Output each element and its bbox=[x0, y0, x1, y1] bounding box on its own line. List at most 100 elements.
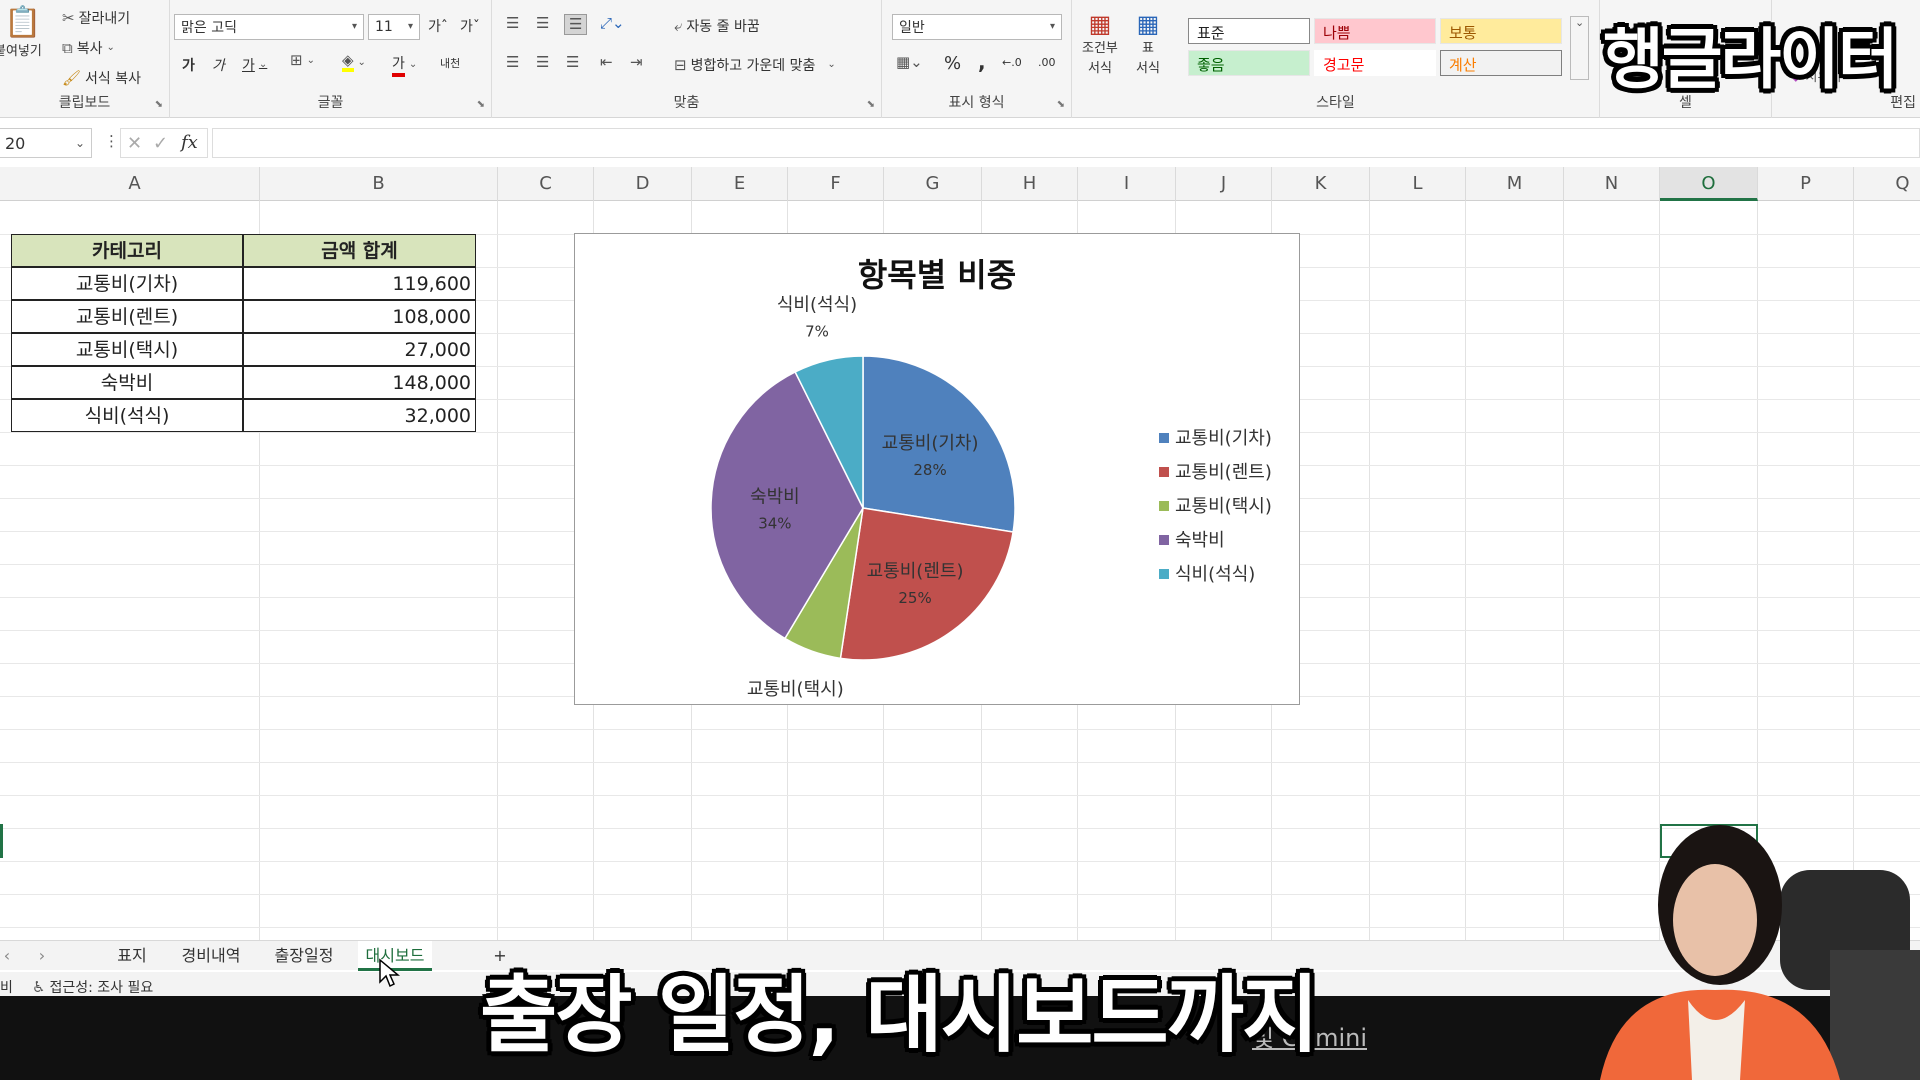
format-painter-button[interactable]: 🖌 서식 복사 bbox=[62, 68, 141, 88]
table-category-cell[interactable]: 식비(석식) bbox=[11, 399, 243, 432]
presenter-face bbox=[1673, 864, 1757, 976]
borders-button[interactable]: ⊞ ⌄ bbox=[290, 53, 315, 68]
style-calculation[interactable]: 계산 bbox=[1440, 50, 1562, 76]
number-format-select[interactable]: 일반 ▾ bbox=[892, 14, 1062, 40]
column-header-n[interactable]: N bbox=[1564, 167, 1660, 201]
accessibility-status[interactable]: ♿ 접근성: 조사 필요 bbox=[32, 977, 153, 997]
column-header-p[interactable]: P bbox=[1758, 167, 1854, 201]
cut-button[interactable]: ✂ 잘라내기 bbox=[62, 8, 130, 28]
chevron-down-icon: ⌄ bbox=[357, 56, 366, 68]
column-header-h[interactable]: H bbox=[982, 167, 1078, 201]
decrease-indent-icon[interactable]: ⇤ bbox=[600, 55, 613, 70]
column-header-f[interactable]: F bbox=[788, 167, 884, 201]
sheet-tab[interactable]: 경비내역 bbox=[168, 941, 254, 971]
column-header-l[interactable]: L bbox=[1370, 167, 1466, 201]
table-category-cell[interactable]: 숙박비 bbox=[11, 366, 243, 399]
table-category-cell[interactable]: 교통비(기차) bbox=[11, 267, 243, 300]
align-center-icon[interactable]: ☰ bbox=[536, 55, 549, 70]
table-amount-cell[interactable]: 148,000 bbox=[243, 366, 476, 399]
font-color-button[interactable]: 가 ⌄ bbox=[392, 53, 417, 77]
column-header-a[interactable]: A bbox=[10, 167, 260, 201]
table-amount-cell[interactable]: 32,000 bbox=[243, 399, 476, 432]
comma-style-button[interactable]: , bbox=[978, 50, 986, 74]
column-header-d[interactable]: D bbox=[594, 167, 692, 201]
merge-center-button[interactable]: ⊟ 병합하고 가운데 맞춤 ⌄ bbox=[674, 55, 836, 75]
style-warning[interactable]: 경고문 bbox=[1314, 50, 1436, 76]
styles-more-icon[interactable]: ⌄ bbox=[1570, 16, 1590, 80]
legend-swatch bbox=[1159, 433, 1169, 443]
bold-button[interactable]: 가 bbox=[182, 55, 195, 75]
insert-function-icon[interactable]: fx bbox=[181, 132, 198, 153]
sheet-tab[interactable]: 출장일정 bbox=[262, 941, 346, 971]
brush-icon: 🖌 bbox=[62, 68, 82, 87]
style-good[interactable]: 좋음 bbox=[1188, 50, 1310, 76]
column-header-c[interactable]: C bbox=[498, 167, 594, 201]
table-amount-cell[interactable]: 119,600 bbox=[243, 267, 476, 300]
video-caption: 출장 일정, 대시보드까지 bbox=[480, 966, 1319, 1064]
scroll-left-icon[interactable]: ‹ bbox=[0, 941, 14, 971]
column-header-k[interactable]: K bbox=[1272, 167, 1370, 201]
align-right-icon[interactable]: ☰ bbox=[566, 55, 579, 70]
decrease-decimal-button[interactable]: .00 bbox=[1038, 56, 1056, 69]
clipboard-group: 📋 붙여넣기 ✂잘라내기 ⧉복사⌄ 🖌서식 복사 클립보드 ⬊ bbox=[0, 0, 170, 118]
column-header-j[interactable]: J bbox=[1176, 167, 1272, 201]
style-bad[interactable]: 나쁨 bbox=[1314, 18, 1436, 44]
style-normal[interactable]: 표준 bbox=[1188, 18, 1310, 44]
pie-chart[interactable]: 항목별 비중교통비(기차)28%교통비(렌트)25%교통비(택시)6%숙박비34… bbox=[574, 233, 1300, 725]
format-as-table-button[interactable]: ▦ 표 서식 bbox=[1136, 12, 1160, 76]
align-middle-icon[interactable]: ☰ bbox=[536, 16, 549, 31]
sheet-tab[interactable]: 표지 bbox=[108, 941, 156, 971]
dialog-launcher-icon[interactable]: ⬊ bbox=[1057, 99, 1065, 110]
increase-indent-icon[interactable]: ⇥ bbox=[630, 55, 643, 70]
cancel-icon[interactable]: ✕ bbox=[127, 133, 142, 154]
table-header-cell[interactable]: 금액 합계 bbox=[243, 234, 476, 267]
column-header-b[interactable]: B bbox=[260, 167, 498, 201]
underline-button[interactable]: 가 ⌄ bbox=[242, 55, 267, 75]
font-name-select[interactable]: 맑은 고딕 ▾ bbox=[174, 14, 364, 40]
table-category-cell[interactable]: 교통비(택시) bbox=[11, 333, 243, 366]
fill-color-button[interactable]: ◈ ⌄ bbox=[342, 53, 366, 72]
scroll-right-icon[interactable]: › bbox=[30, 941, 54, 971]
font-size-select[interactable]: 11 ▾ bbox=[368, 14, 420, 40]
column-header-o[interactable]: O bbox=[1660, 167, 1758, 201]
column-header-i[interactable]: I bbox=[1078, 167, 1176, 201]
align-bottom-icon[interactable]: ☰ bbox=[564, 14, 588, 35]
orientation-icon[interactable]: ⤢⌄ bbox=[600, 16, 625, 31]
more-options-icon[interactable]: ⋮ bbox=[104, 134, 119, 149]
column-header-m[interactable]: M bbox=[1466, 167, 1564, 201]
enter-icon[interactable]: ✓ bbox=[153, 133, 168, 154]
percent-style-button[interactable]: % bbox=[944, 53, 961, 74]
column-header-e[interactable]: E bbox=[692, 167, 788, 201]
pie-data-label-percent: 7% bbox=[805, 323, 829, 341]
table-amount-cell[interactable]: 27,000 bbox=[243, 333, 476, 366]
dialog-launcher-icon[interactable]: ⬊ bbox=[155, 99, 163, 110]
align-top-icon[interactable]: ☰ bbox=[506, 16, 519, 31]
wrap-text-icon: ⤶ bbox=[674, 16, 683, 35]
increase-decimal-button[interactable]: ←.0 bbox=[1002, 56, 1022, 69]
accounting-format-icon[interactable]: ▦⌄ bbox=[896, 55, 923, 70]
style-neutral[interactable]: 보통 bbox=[1440, 18, 1562, 44]
table-header-cell[interactable]: 카테고리 bbox=[11, 234, 243, 267]
column-header-g[interactable]: G bbox=[884, 167, 982, 201]
grid-hline bbox=[0, 762, 1920, 763]
dialog-launcher-icon[interactable]: ⬊ bbox=[477, 99, 485, 110]
italic-button[interactable]: 가 bbox=[212, 55, 225, 75]
conditional-format-icon: ▦ bbox=[1088, 10, 1112, 38]
copy-button[interactable]: ⧉ 복사 ⌄ bbox=[62, 38, 115, 58]
table-category-cell[interactable]: 교통비(렌트) bbox=[11, 300, 243, 333]
column-header-q[interactable]: Q bbox=[1854, 167, 1920, 201]
name-box[interactable]: 20 ⌄ bbox=[0, 128, 92, 158]
paste-button[interactable]: 📋 붙여넣기 bbox=[0, 5, 42, 60]
table-amount-cell[interactable]: 108,000 bbox=[243, 300, 476, 333]
phonetic-button[interactable]: 내천 bbox=[440, 55, 460, 71]
grow-font-button[interactable]: 가ˆ bbox=[428, 16, 448, 36]
fill-bucket-icon: ◈ bbox=[342, 53, 354, 72]
align-left-icon[interactable]: ☰ bbox=[506, 55, 519, 70]
copy-icon: ⧉ bbox=[62, 38, 73, 57]
wrap-text-button[interactable]: ⤶ 자동 줄 바꿈 bbox=[674, 16, 760, 36]
paste-icon: 📋 bbox=[4, 5, 42, 40]
dialog-launcher-icon[interactable]: ⬊ bbox=[867, 99, 875, 110]
formula-input[interactable] bbox=[212, 128, 1920, 158]
shrink-font-button[interactable]: 가ˇ bbox=[460, 16, 480, 36]
conditional-format-button[interactable]: ▦ 조건부 서식 bbox=[1082, 12, 1118, 76]
